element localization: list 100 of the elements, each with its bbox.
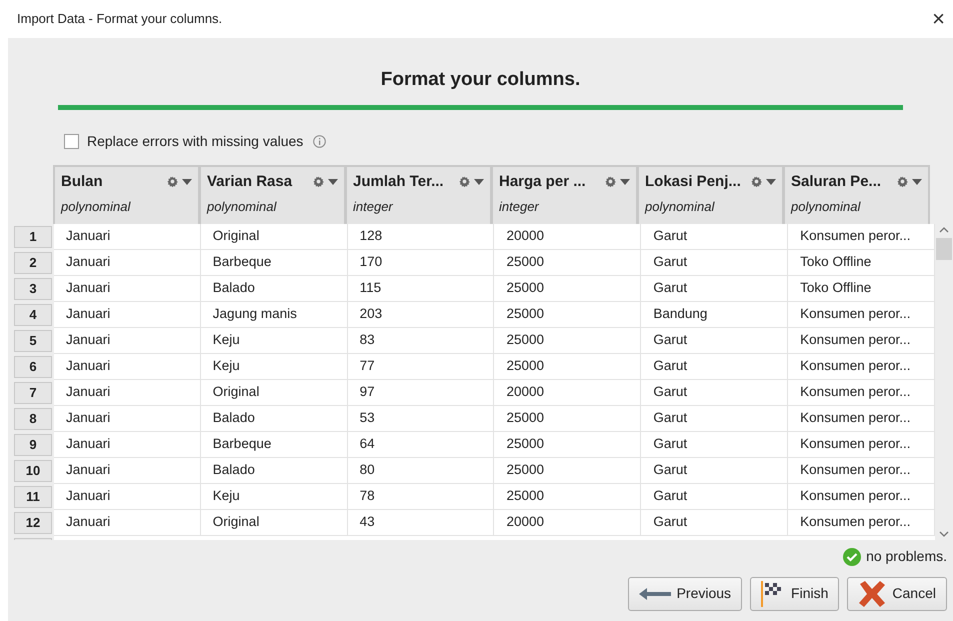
- table-cell: 25000: [494, 302, 642, 328]
- gear-icon[interactable]: [459, 176, 470, 188]
- table-cell: 20000: [494, 510, 642, 536]
- table-cell: Konsumen peror...: [788, 328, 935, 354]
- table-cell: Garut: [641, 380, 788, 406]
- table-cell: Konsumen peror...: [788, 354, 935, 380]
- table-cell: Balado: [200, 276, 348, 302]
- table-cell: Januari: [54, 484, 201, 510]
- table-cell: 20000: [494, 224, 642, 250]
- table-cell: Original: [200, 510, 348, 536]
- cancel-button[interactable]: Cancel: [847, 576, 947, 610]
- row-number: 2: [14, 252, 52, 274]
- column-type: polynominal: [207, 198, 278, 216]
- table-cell: Keju: [200, 354, 348, 380]
- row-number: 5: [14, 330, 52, 352]
- table-cell: 77: [348, 354, 494, 380]
- table-cell: Garut: [641, 510, 788, 536]
- row-number: 10: [14, 460, 52, 482]
- table-cell: Original: [200, 224, 348, 250]
- table-cell: Konsumen peror...: [788, 484, 935, 510]
- close-button[interactable]: ×: [928, 8, 949, 30]
- table-cell: Garut: [641, 328, 788, 354]
- row-number: 4: [14, 304, 52, 326]
- table-cell: Balado: [200, 406, 348, 432]
- column-header[interactable]: Varian Rasa polynominal: [199, 164, 346, 224]
- table-cell: 170: [348, 250, 494, 276]
- table-cell: Toko Offline: [788, 276, 935, 302]
- table-cell: 78: [348, 484, 494, 510]
- table-cell: 20000: [494, 380, 642, 406]
- column-name: Lokasi Penj...: [645, 172, 742, 192]
- table-cell: Konsumen peror...: [788, 458, 935, 484]
- table-cell: Konsumen peror...: [788, 380, 935, 406]
- status-text: no problems.: [866, 547, 947, 566]
- table-cell: 80: [348, 458, 494, 484]
- table-cell: Garut: [641, 224, 788, 250]
- gear-icon[interactable]: [751, 176, 762, 188]
- table-cell: Januari: [54, 432, 201, 458]
- column-name: Jumlah Ter...: [353, 172, 445, 192]
- table-cell: Barbeque: [200, 432, 348, 458]
- caret-icon[interactable]: [474, 178, 484, 185]
- table-cell: Garut: [641, 354, 788, 380]
- column-name: Harga per ...: [499, 172, 587, 192]
- column-name: Varian Rasa: [207, 172, 294, 192]
- finish-button[interactable]: Finish: [750, 576, 840, 610]
- table-cell: 25000: [494, 432, 642, 458]
- table-cell: 25000: [494, 328, 642, 354]
- table-cell: Januari: [54, 250, 201, 276]
- gear-icon[interactable]: [897, 176, 908, 188]
- gear-icon[interactable]: [605, 176, 616, 188]
- table-cell: Januari: [54, 302, 201, 328]
- table-cell: 128: [348, 224, 494, 250]
- table-cell: Januari: [54, 510, 201, 536]
- caret-icon[interactable]: [766, 178, 776, 185]
- column-header[interactable]: Lokasi Penj... polynominal: [637, 164, 784, 224]
- table-cell: Garut: [641, 484, 788, 510]
- row-number: 7: [14, 382, 52, 404]
- caret-icon[interactable]: [620, 178, 630, 185]
- info-icon: [313, 135, 326, 148]
- window-title: Import Data - Format your columns.: [17, 10, 222, 28]
- gear-icon[interactable]: [167, 176, 178, 188]
- row-number: 12: [14, 512, 52, 534]
- table-cell: 25000: [494, 406, 642, 432]
- column-header[interactable]: Jumlah Ter... integer: [345, 164, 492, 224]
- table-cell: Balado: [200, 458, 348, 484]
- checkbox[interactable]: [64, 134, 79, 149]
- table-cell: Januari: [54, 328, 201, 354]
- gear-icon[interactable]: [313, 176, 324, 188]
- page-heading: Format your columns.: [380, 68, 580, 92]
- caret-icon[interactable]: [182, 178, 192, 185]
- table-cell: Januari: [54, 276, 201, 302]
- table-cell: Jagung manis: [200, 302, 348, 328]
- previous-button[interactable]: Previous: [628, 576, 742, 610]
- table-cell: Konsumen peror...: [788, 406, 935, 432]
- table-cell: Keju: [200, 484, 348, 510]
- row-number: 3: [14, 278, 52, 300]
- table-cell: Konsumen peror...: [788, 224, 935, 250]
- row-number: 9: [14, 434, 52, 456]
- column-name: Saluran Pe...: [791, 172, 882, 192]
- column-type: polynominal: [645, 198, 716, 216]
- caret-icon[interactable]: [912, 178, 922, 185]
- table-cell: Original: [200, 380, 348, 406]
- table-cell: Garut: [641, 432, 788, 458]
- table-cell: Barbeque: [200, 250, 348, 276]
- x-icon: [858, 580, 886, 606]
- column-header[interactable]: Bulan polynominal: [53, 164, 200, 224]
- column-type: integer: [499, 198, 540, 216]
- table-cell: Konsumen peror...: [788, 432, 935, 458]
- table-cell: 25000: [494, 354, 642, 380]
- check-circle-icon: [843, 548, 862, 566]
- table-cell: Januari: [54, 380, 201, 406]
- caret-icon[interactable]: [328, 178, 338, 185]
- column-header[interactable]: Saluran Pe... polynominal: [783, 164, 930, 224]
- table-cell: 64: [348, 432, 494, 458]
- scroll-thumb[interactable]: [936, 238, 952, 260]
- table-cell: Januari: [54, 458, 201, 484]
- table-cell: Konsumen peror...: [788, 510, 935, 536]
- table-cell: 43: [348, 510, 494, 536]
- column-header[interactable]: Harga per ... integer: [491, 164, 638, 224]
- table-cell: Konsumen peror...: [788, 302, 935, 328]
- row-number: 1: [14, 226, 52, 248]
